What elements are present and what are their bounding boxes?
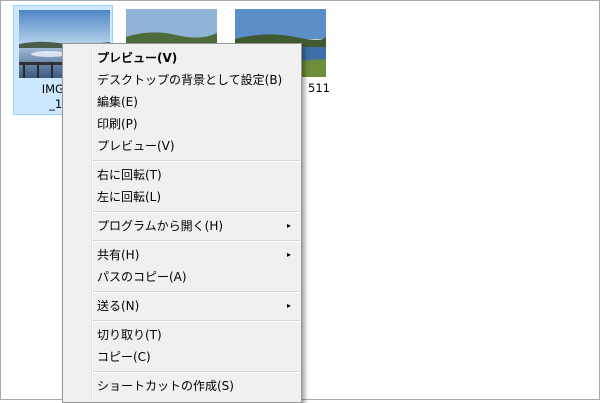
menu-item-cut[interactable]: 切り取り(T)	[65, 324, 299, 346]
menu-item-open-with[interactable]: プログラムから開く(H) ▸	[65, 215, 299, 237]
menu-item-copy[interactable]: コピー(C)	[65, 346, 299, 368]
menu-item-create-shortcut[interactable]: ショートカットの作成(S)	[65, 375, 299, 397]
menu-item-rotate-right[interactable]: 右に回転(T)	[65, 164, 299, 186]
menu-item-preview[interactable]: プレビュー(V)	[65, 135, 299, 157]
menu-item-edit[interactable]: 編集(E)	[65, 91, 299, 113]
submenu-arrow-icon: ▸	[286, 221, 291, 230]
menu-separator	[93, 320, 299, 322]
menu-separator	[93, 240, 299, 242]
menu-item-rotate-left[interactable]: 左に回転(L)	[65, 186, 299, 208]
menu-item-set-desktop-background[interactable]: デスクトップの背景として設定(B)	[65, 69, 299, 91]
menu-item-preview-default[interactable]: プレビュー(V)	[65, 47, 299, 69]
menu-item-print[interactable]: 印刷(P)	[65, 113, 299, 135]
menu-separator	[93, 160, 299, 162]
menu-item-share[interactable]: 共有(H) ▸	[65, 244, 299, 266]
submenu-arrow-icon: ▸	[286, 250, 291, 259]
menu-item-copy-path[interactable]: パスのコピー(A)	[65, 266, 299, 288]
menu-item-send-to[interactable]: 送る(N) ▸	[65, 295, 299, 317]
submenu-arrow-icon: ▸	[286, 301, 291, 310]
menu-separator	[93, 371, 299, 373]
context-menu: プレビュー(V) デスクトップの背景として設定(B) 編集(E) 印刷(P) プ…	[62, 43, 302, 403]
menu-separator	[93, 211, 299, 213]
menu-separator	[93, 291, 299, 293]
